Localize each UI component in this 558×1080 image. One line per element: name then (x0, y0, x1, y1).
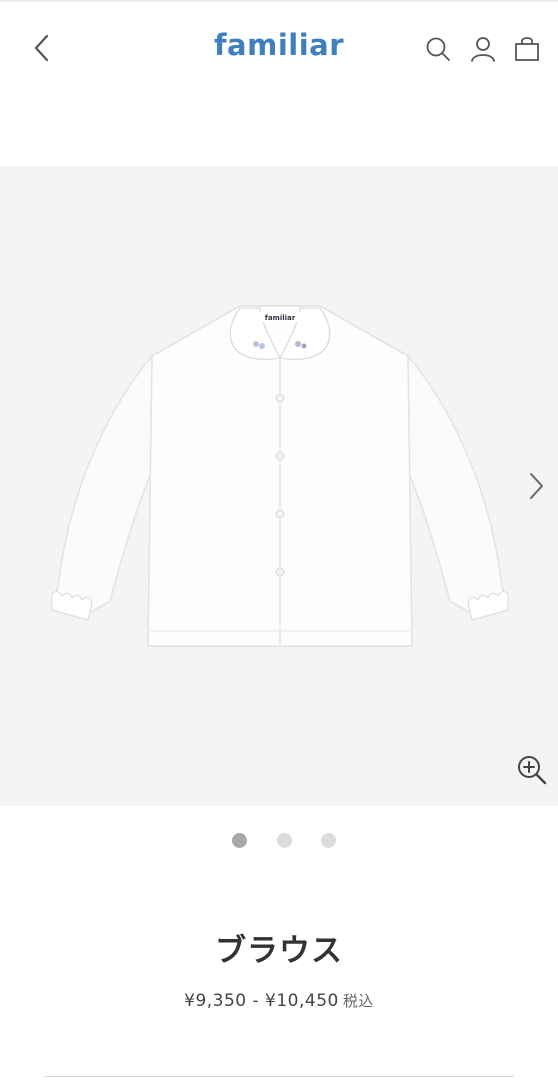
chevron-right-icon (530, 473, 543, 499)
search-icon (426, 37, 450, 61)
product-image-gallery[interactable]: familiar (0, 166, 558, 806)
product-page: familiar familiar ブラウス ¥9,350 - ¥10,450 … (0, 0, 558, 1080)
garment-label-text: familiar (265, 314, 296, 322)
product-price: ¥9,350 - ¥10,450 税込 (0, 990, 558, 1011)
product-title: ブラウス (215, 933, 343, 969)
search-button[interactable] (423, 34, 453, 64)
zoom-in-icon (518, 756, 547, 785)
gallery-pagination (0, 833, 558, 849)
shopping-bag-icon (515, 37, 539, 61)
pagination-dot-2[interactable] (277, 833, 292, 848)
cart-button[interactable] (512, 34, 542, 64)
site-header: familiar (0, 0, 558, 95)
tax-label: 税込 (342, 992, 374, 1010)
zoom-button[interactable] (514, 752, 550, 788)
divider (44, 1076, 514, 1077)
pagination-dot-3[interactable] (321, 833, 336, 848)
price-range: ¥9,350 - ¥10,450 (184, 991, 339, 1011)
user-icon (471, 37, 495, 62)
pagination-dot-1[interactable] (232, 833, 247, 848)
account-button[interactable] (468, 34, 498, 64)
next-image-button[interactable] (522, 466, 550, 506)
product-image-blouse[interactable]: familiar (40, 286, 520, 666)
